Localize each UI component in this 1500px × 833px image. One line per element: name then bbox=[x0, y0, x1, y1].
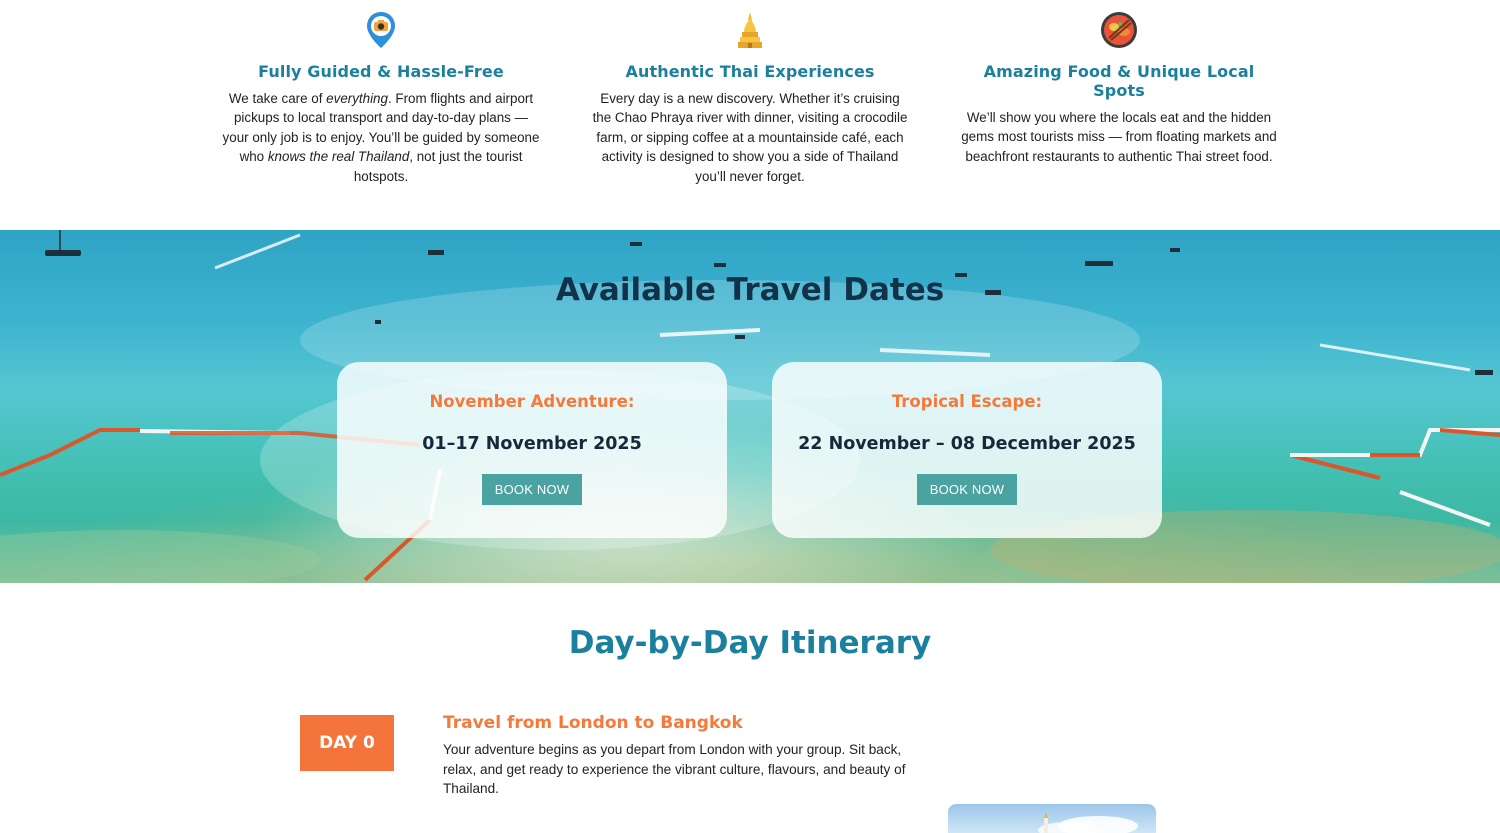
feature-text: We take care of everything. From flights… bbox=[222, 91, 540, 184]
itinerary-heading: Day-by-Day Itinerary bbox=[568, 625, 932, 661]
feature-fully-guided: Fully Guided & Hassle-Free We take care … bbox=[221, 8, 541, 186]
day-badge: DAY 0 bbox=[300, 715, 394, 771]
day-title: Travel from London to Bangkok bbox=[443, 713, 743, 733]
day-photo bbox=[948, 804, 1156, 833]
day-description: Your adventure begins as you depart from… bbox=[443, 742, 906, 797]
feature-authentic-thai: Authentic Thai Experiences Every day is … bbox=[590, 8, 910, 186]
card-title: Tropical Escape: bbox=[891, 392, 1043, 411]
card-dates: 01–17 November 2025 bbox=[422, 434, 642, 454]
travel-dates-section: Available Travel Dates November Adventur… bbox=[0, 230, 1500, 583]
feature-text: We’ll show you where the locals eat and … bbox=[961, 110, 1277, 164]
street-food-bowl-icon bbox=[1097, 8, 1141, 52]
feature-title: Fully Guided & Hassle-Free bbox=[258, 62, 504, 81]
feature-amazing-food: Amazing Food & Unique Local Spots We’ll … bbox=[959, 8, 1279, 166]
feature-title: Amazing Food & Unique Local Spots bbox=[983, 62, 1255, 100]
card-title: November Adventure: bbox=[429, 392, 635, 411]
book-now-button[interactable]: BOOK NOW bbox=[916, 474, 1018, 505]
travel-date-card: November Adventure: 01–17 November 2025 … bbox=[337, 362, 727, 538]
feature-title: Authentic Thai Experiences bbox=[625, 62, 875, 81]
book-now-button[interactable]: BOOK NOW bbox=[481, 474, 583, 505]
card-dates: 22 November – 08 December 2025 bbox=[798, 434, 1136, 454]
thai-temple-icon bbox=[728, 8, 772, 52]
features-section: Fully Guided & Hassle-Free We take care … bbox=[0, 0, 1500, 230]
feature-text: Every day is a new discovery. Whether it… bbox=[592, 91, 908, 184]
travel-date-card: Tropical Escape: 22 November – 08 Decemb… bbox=[772, 362, 1162, 538]
map-pin-camera-icon bbox=[359, 8, 403, 52]
travel-dates-heading: Available Travel Dates bbox=[555, 272, 945, 308]
